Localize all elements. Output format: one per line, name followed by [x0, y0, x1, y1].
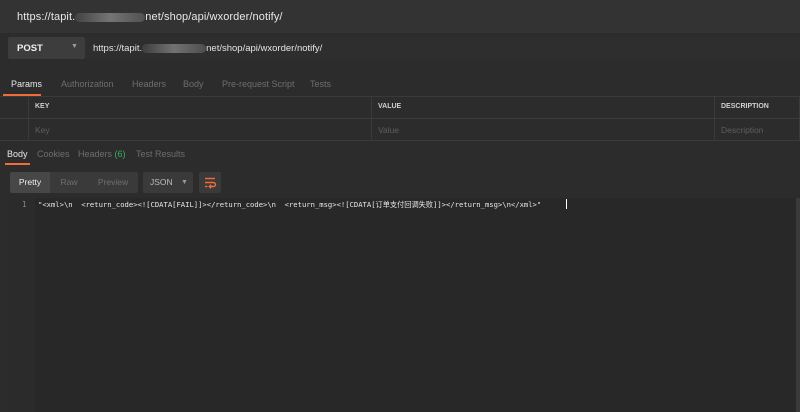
raw-button[interactable]: Raw	[50, 172, 88, 193]
column-header-value: VALUE	[372, 97, 715, 119]
tab-authorization[interactable]: Authorization	[61, 79, 114, 89]
tab-tests[interactable]: Tests	[310, 79, 331, 89]
tab-params[interactable]: Params	[11, 79, 42, 89]
response-body-editor[interactable]	[9, 198, 798, 412]
caret-down-icon[interactable]: ▼	[71, 43, 78, 50]
tab-response-headers-label: Headers	[78, 149, 113, 159]
value-input[interactable]: Value	[372, 119, 715, 141]
tab-body[interactable]: Body	[183, 79, 204, 89]
url-input-value[interactable]: https://tapit. net/shop/api/wxorder/notif…	[93, 43, 322, 54]
pretty-button[interactable]: Pretty	[10, 172, 50, 193]
tab-headers[interactable]: Headers	[132, 79, 166, 89]
redacted-blur	[142, 43, 207, 53]
tab-response-body[interactable]: Body	[7, 149, 28, 159]
scrollbar[interactable]	[796, 198, 800, 412]
response-code-line: "<xml>\n <return_code><![CDATA[FAIL]]></…	[38, 200, 542, 209]
table-row-handle-cell	[0, 97, 29, 119]
description-input[interactable]: Description	[715, 119, 800, 141]
headers-count-badge: (6)	[114, 149, 126, 159]
tab-response-test-results[interactable]: Test Results	[136, 149, 185, 159]
table-row-handle-cell	[0, 119, 29, 141]
url-suffix: net/shop/api/wxorder/notify/	[206, 43, 323, 54]
request-name-title[interactable]: https://tapit. net/shop/api/wxorder/notif…	[17, 11, 283, 23]
column-header-description: DESCRIPTION	[715, 97, 800, 119]
column-header-key: KEY	[29, 97, 372, 119]
preview-button[interactable]: Preview	[88, 172, 138, 193]
wrap-lines-button[interactable]	[199, 172, 221, 193]
tab-response-cookies[interactable]: Cookies	[37, 149, 70, 159]
wrap-lines-icon	[205, 177, 217, 189]
tab-response-headers[interactable]: Headers (6)	[78, 149, 126, 159]
caret-down-icon: ▼	[181, 179, 188, 186]
key-input[interactable]: Key	[29, 119, 372, 141]
line-number: 1	[22, 200, 27, 209]
redacted-blur	[75, 12, 146, 22]
active-tab-indicator	[5, 163, 30, 165]
text-cursor	[566, 199, 567, 209]
url-prefix: https://tapit.	[93, 43, 143, 54]
request-name-prefix: https://tapit.	[17, 11, 76, 23]
tab-pre-request-script[interactable]: Pre-request Script	[222, 79, 295, 89]
params-table: KEY VALUE DESCRIPTION Key Value Descript…	[0, 96, 800, 141]
format-select-label: JSON	[150, 177, 173, 187]
request-name-suffix: net/shop/api/wxorder/notify/	[145, 11, 283, 23]
line-number-gutter	[9, 198, 35, 412]
method-label: POST	[17, 43, 43, 54]
format-select[interactable]: JSON ▼	[143, 172, 193, 193]
